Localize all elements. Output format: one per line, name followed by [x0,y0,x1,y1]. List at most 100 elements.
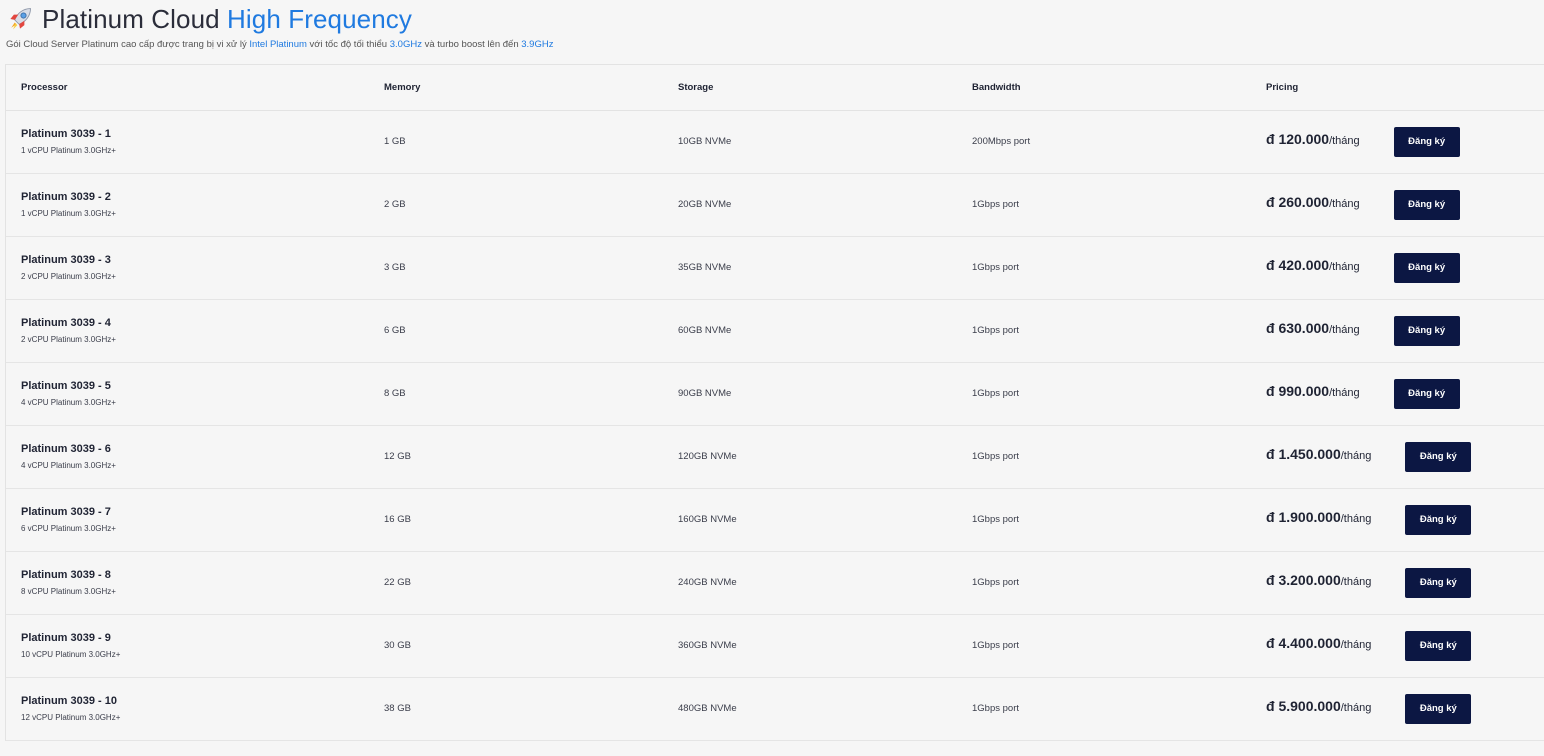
register-button[interactable]: Đăng ký [1393,252,1460,283]
bandwidth-cell: 1Gbps port [972,514,1019,525]
price-value: 4.400.000 [1278,634,1341,651]
table-row: Platinum 3039 - 1 1 vCPU Platinum 3.0GHz+… [6,110,1544,173]
table-row: Platinum 3039 - 3 2 vCPU Platinum 3.0GHz+… [6,236,1544,299]
price-unit: /tháng [1329,323,1360,336]
price: đ 120.000/tháng [1266,131,1360,147]
price-unit: /tháng [1329,134,1360,147]
register-button[interactable]: Đăng ký [1405,630,1472,661]
column-header-processor: Processor [21,81,68,93]
page-header: Platinum Cloud High Frequency Gói Cloud … [0,0,1544,62]
pricing-table-container: Processor Memory Storage Bandwidth Prici… [5,64,1544,741]
price: đ 990.000/tháng [1266,383,1360,399]
register-button[interactable]: Đăng ký [1405,441,1472,472]
price-unit: /tháng [1340,701,1372,714]
title-accent: High Frequency [227,3,412,34]
plan-name: Platinum 3039 - 1 [21,128,111,140]
processor-cell: Platinum 3039 - 7 6 vCPU Platinum 3.0GHz+ [6,488,384,551]
memory-cell: 22 GB [384,577,411,588]
plan-cpu: 4 vCPU Platinum 3.0GHz+ [21,461,116,470]
column-header-bandwidth: Bandwidth [972,81,1021,93]
plan-name: Platinum 3039 - 6 [21,443,111,455]
memory-cell: 2 GB [384,199,406,210]
storage-cell: 240GB NVMe [678,577,737,588]
pricing-cell: đ 260.000/tháng Đăng ký [1266,173,1544,236]
storage-cell: 90GB NVMe [678,388,732,399]
memory-cell: 8 GB [384,388,406,399]
table-row: Platinum 3039 - 2 1 vCPU Platinum 3.0GHz+… [6,173,1544,236]
plan-name: Platinum 3039 - 10 [21,695,117,707]
subtitle-highlight: Intel Platinum [249,39,307,50]
processor-cell: Platinum 3039 - 9 10 vCPU Platinum 3.0GHz… [6,614,384,677]
price-unit: /tháng [1329,386,1360,399]
plan-name: Platinum 3039 - 5 [21,380,111,392]
storage-cell: 480GB NVMe [678,703,737,714]
column-header-storage: Storage [678,81,714,93]
subtitle-highlight: 3.9GHz [521,39,554,50]
price-unit: /tháng [1340,512,1372,525]
plan-cpu: 1 vCPU Platinum 3.0GHz+ [21,209,116,218]
price-value: 1.450.000 [1278,445,1341,462]
currency-symbol: đ [1266,445,1275,462]
memory-cell: 38 GB [384,703,411,714]
register-button[interactable]: Đăng ký [1393,126,1460,157]
storage-cell: 35GB NVMe [678,262,732,273]
currency-symbol: đ [1266,193,1275,210]
subtitle-text: và turbo boost lên đến [421,39,522,50]
bandwidth-cell: 1Gbps port [972,640,1019,651]
table-header-row: Processor Memory Storage Bandwidth Prici… [6,65,1544,110]
register-button[interactable]: Đăng ký [1393,189,1460,220]
table-row: Platinum 3039 - 6 4 vCPU Platinum 3.0GHz+… [6,425,1544,488]
processor-cell: Platinum 3039 - 3 2 vCPU Platinum 3.0GHz+ [6,236,384,299]
pricing-cell: đ 630.000/tháng Đăng ký [1266,299,1544,362]
pricing-cell: đ 5.900.000/tháng Đăng ký [1266,677,1544,740]
table-row: Platinum 3039 - 7 6 vCPU Platinum 3.0GHz+… [6,488,1544,551]
currency-symbol: đ [1266,319,1275,336]
price-value: 260.000 [1278,193,1330,210]
register-button[interactable]: Đăng ký [1405,504,1472,535]
currency-symbol: đ [1266,697,1275,714]
bandwidth-cell: 1Gbps port [972,451,1019,462]
table-row: Platinum 3039 - 10 12 vCPU Platinum 3.0GH… [6,677,1544,740]
plan-cpu: 4 vCPU Platinum 3.0GHz+ [21,398,116,407]
price-unit: /tháng [1340,638,1372,651]
currency-symbol: đ [1266,256,1275,273]
price-value: 5.900.000 [1278,697,1341,714]
bandwidth-cell: 1Gbps port [972,388,1019,399]
bandwidth-cell: 1Gbps port [972,262,1019,273]
plan-name: Platinum 3039 - 4 [21,317,111,329]
price-value: 990.000 [1278,382,1330,399]
bandwidth-cell: 1Gbps port [972,199,1019,210]
memory-cell: 12 GB [384,451,411,462]
register-button[interactable]: Đăng ký [1405,693,1472,724]
currency-symbol: đ [1266,634,1275,651]
bandwidth-cell: 1Gbps port [972,577,1019,588]
register-button[interactable]: Đăng ký [1405,567,1472,598]
storage-cell: 360GB NVMe [678,640,737,651]
storage-cell: 20GB NVMe [678,199,732,210]
column-header-memory: Memory [384,81,421,93]
memory-cell: 6 GB [384,325,406,336]
memory-cell: 3 GB [384,262,406,273]
register-button[interactable]: Đăng ký [1393,378,1460,409]
subtitle-text: Gói Cloud Server Platinum cao cấp được t… [6,39,250,50]
price: đ 4.400.000/tháng [1266,635,1371,651]
plan-cpu: 2 vCPU Platinum 3.0GHz+ [21,335,116,344]
currency-symbol: đ [1266,382,1275,399]
price-value: 1.900.000 [1278,508,1341,525]
price: đ 1.900.000/tháng [1266,509,1371,525]
currency-symbol: đ [1266,130,1275,147]
price-unit: /tháng [1340,449,1372,462]
bandwidth-cell: 1Gbps port [972,325,1019,336]
currency-symbol: đ [1266,571,1275,588]
memory-cell: 30 GB [384,640,411,651]
price-unit: /tháng [1329,260,1360,273]
pricing-cell: đ 420.000/tháng Đăng ký [1266,236,1544,299]
register-button[interactable]: Đăng ký [1393,315,1460,346]
table-row: Platinum 3039 - 8 8 vCPU Platinum 3.0GHz+… [6,551,1544,614]
price-unit: /tháng [1329,197,1360,210]
subtitle-text: với tốc độ tối thiểu [306,39,390,50]
pricing-cell: đ 1.450.000/tháng Đăng ký [1266,425,1544,488]
storage-cell: 60GB NVMe [678,325,732,336]
price: đ 5.900.000/tháng [1266,698,1371,714]
storage-cell: 120GB NVMe [678,451,737,462]
